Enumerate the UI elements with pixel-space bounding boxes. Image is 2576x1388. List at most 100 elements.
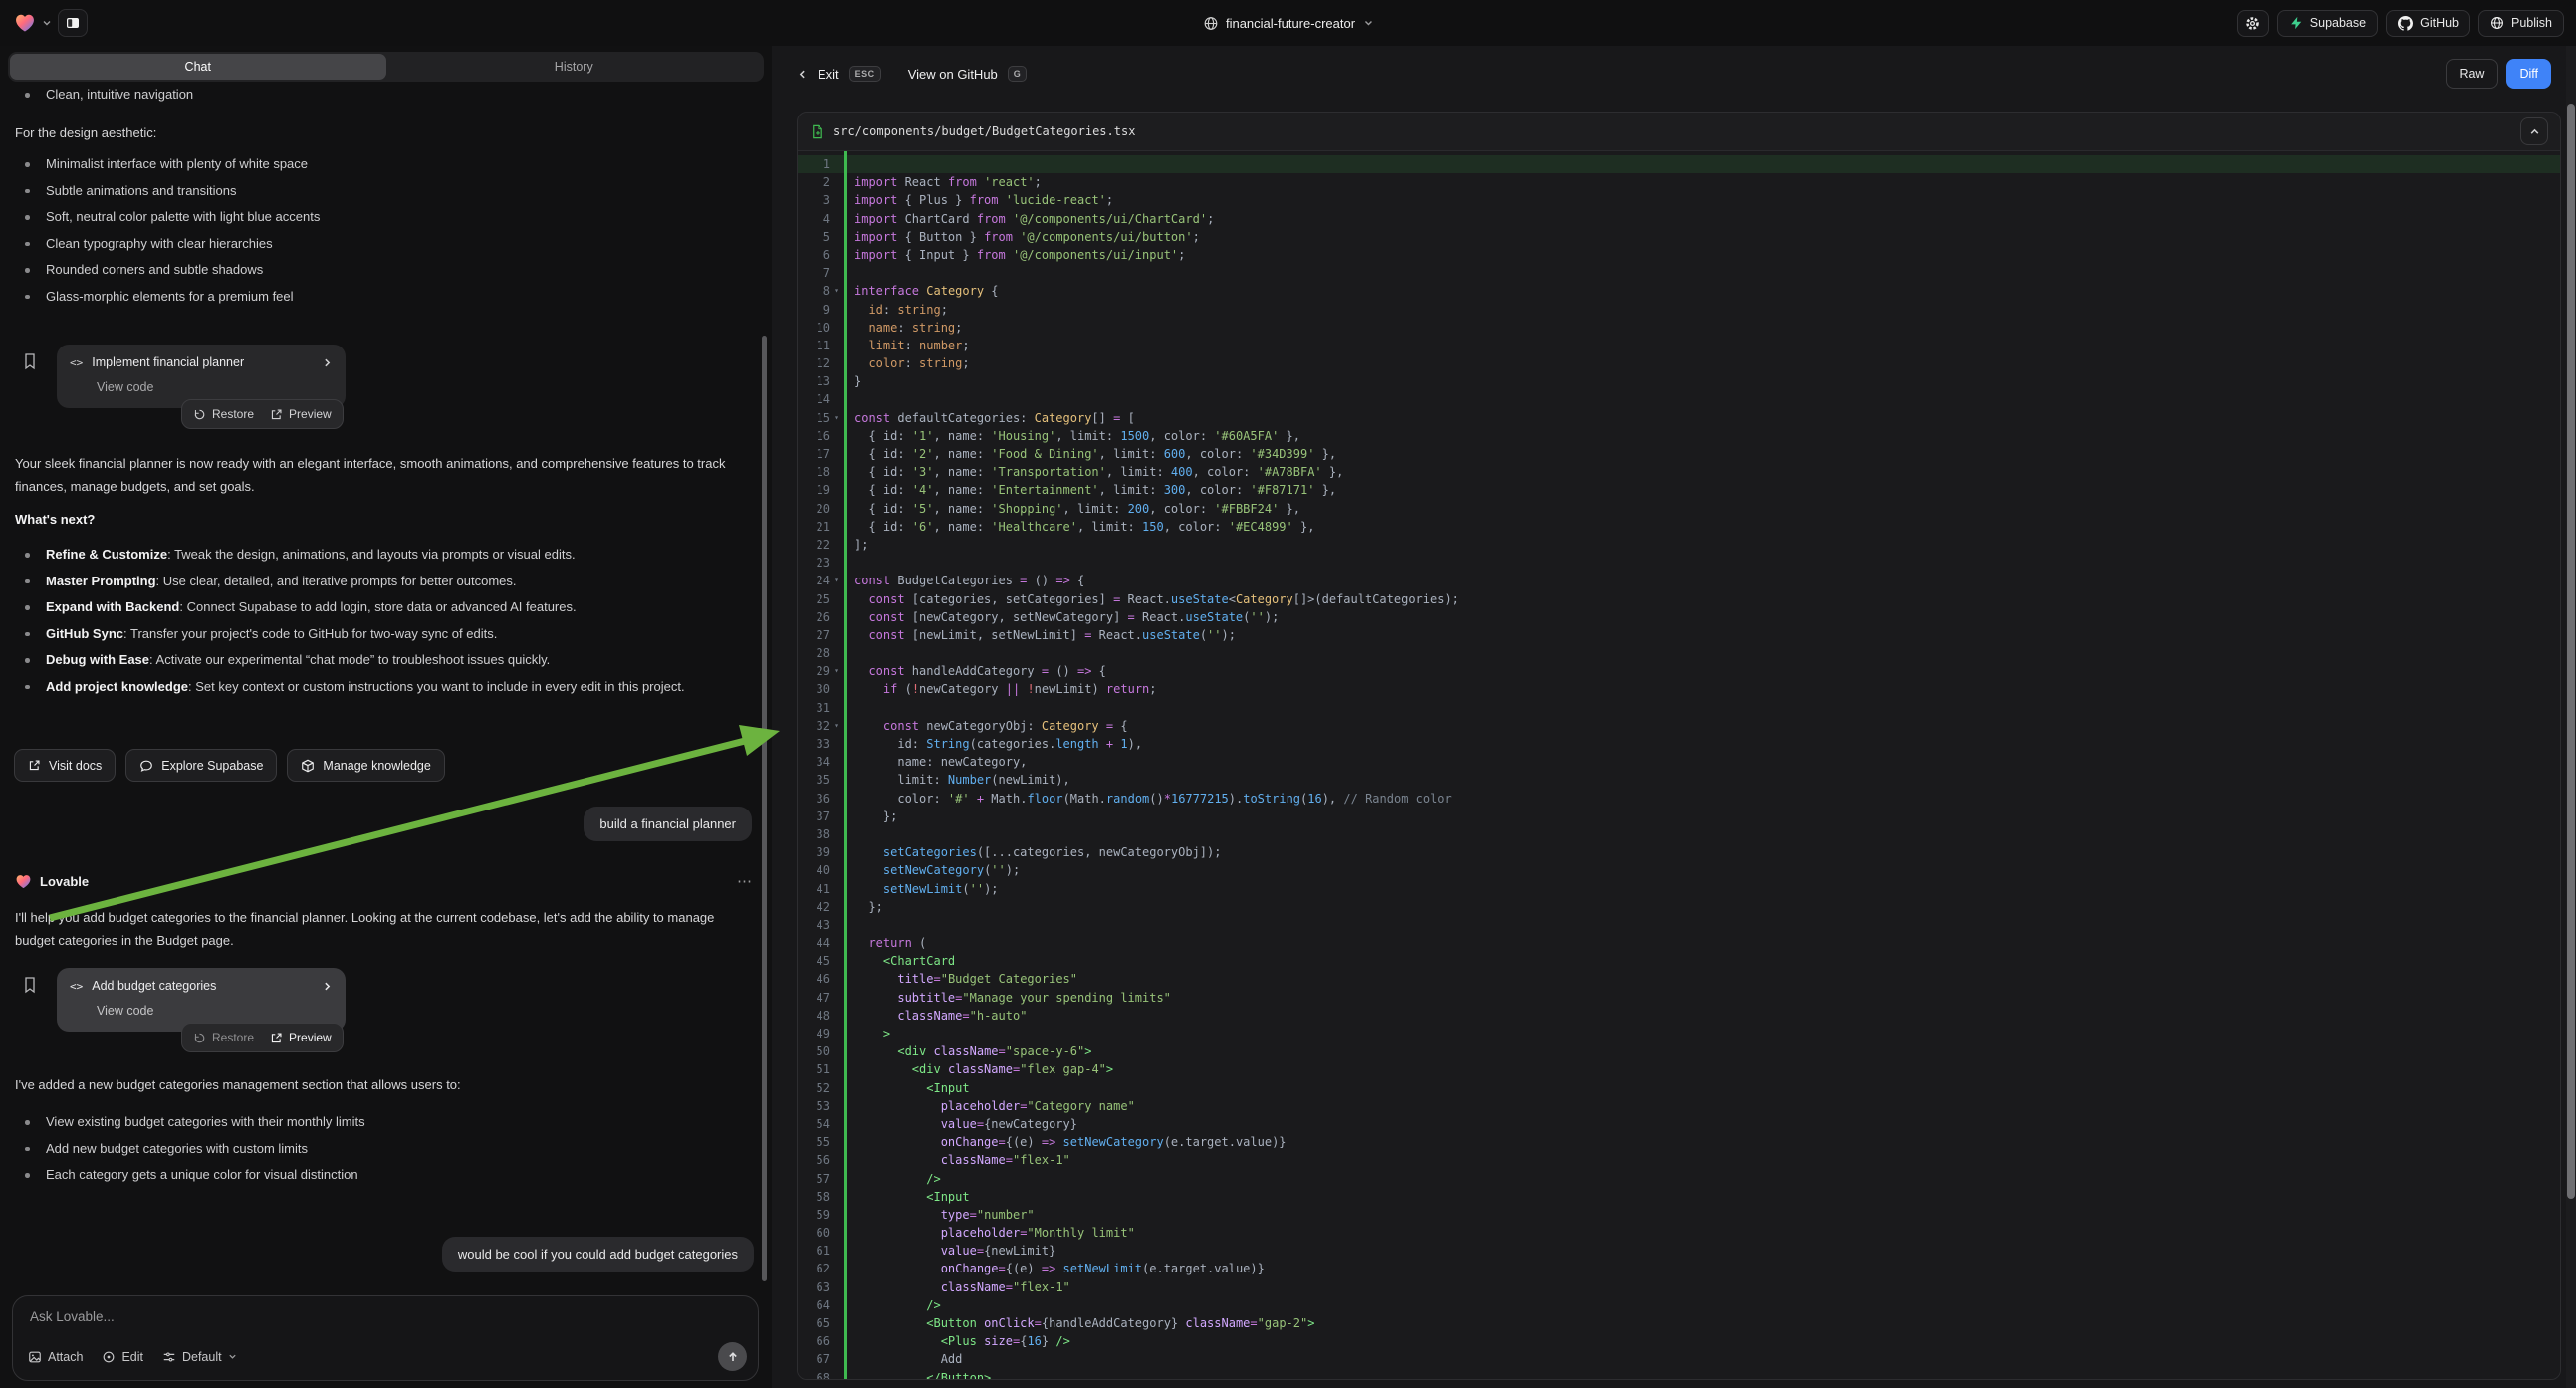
view-code-link[interactable]: View code	[97, 1004, 153, 1018]
code-line: 19 { id: '4', name: 'Entertainment', lim…	[798, 481, 2560, 499]
manage-knowledge-button[interactable]: Manage knowledge	[287, 749, 444, 782]
fold-spacer	[830, 155, 843, 173]
send-button[interactable]	[718, 1342, 747, 1371]
fold-chevron-icon[interactable]: ▾	[830, 572, 843, 589]
design-bullet-list: Minimalist interface with plenty of whit…	[15, 151, 746, 310]
fold-spacer	[830, 1188, 843, 1206]
line-number: 27	[798, 626, 830, 644]
chat-scrollbar-thumb[interactable]	[762, 336, 767, 1281]
diff-toggle-button[interactable]: Diff	[2506, 59, 2551, 89]
edit-mode-button[interactable]: Edit	[102, 1350, 143, 1364]
line-number: 36	[798, 790, 830, 808]
view-on-github-button[interactable]: View on GitHub G	[908, 66, 1028, 82]
code-line: 16 { id: '1', name: 'Housing', limit: 15…	[798, 427, 2560, 445]
g-key-badge: G	[1008, 66, 1028, 82]
fold-chevron-icon[interactable]: ▾	[830, 409, 843, 427]
code-text: return (	[843, 934, 926, 952]
code-line: 23	[798, 554, 2560, 572]
whats-next-heading: What's next?	[15, 512, 95, 527]
settings-button[interactable]	[2237, 10, 2269, 37]
line-number: 63	[798, 1278, 830, 1296]
code-line: 51 <div className="flex gap-4">	[798, 1060, 2560, 1078]
tab-chat[interactable]: Chat	[10, 54, 386, 80]
restore-button[interactable]: Restore	[193, 407, 254, 421]
code-text: <Input	[843, 1188, 970, 1206]
code-text: limit: number;	[843, 337, 970, 354]
code-text: Add	[843, 1350, 962, 1368]
line-number: 1	[798, 155, 830, 173]
line-number: 28	[798, 644, 830, 662]
line-number: 11	[798, 337, 830, 354]
code-line: 43	[798, 916, 2560, 934]
toggle-sidebar-button[interactable]	[58, 9, 88, 37]
chevron-up-icon	[2529, 126, 2540, 137]
code-line: 13}	[798, 372, 2560, 390]
line-number: 26	[798, 608, 830, 626]
visit-docs-button[interactable]: Visit docs	[14, 749, 116, 782]
code-line: 18 { id: '3', name: 'Transportation', li…	[798, 463, 2560, 481]
code-icon: <>	[70, 980, 83, 993]
view-code-link[interactable]: View code	[97, 380, 153, 394]
code-text: color: string;	[843, 354, 970, 372]
fold-spacer	[830, 1260, 843, 1277]
line-number: 22	[798, 536, 830, 554]
line-number: 23	[798, 554, 830, 572]
code-line: 10 name: string;	[798, 319, 2560, 337]
bookmark-icon[interactable]	[22, 352, 38, 370]
code-line: 11 limit: number;	[798, 337, 2560, 354]
chevron-right-icon	[322, 981, 333, 992]
workspace-chevron-icon[interactable]	[42, 18, 52, 28]
line-number: 10	[798, 319, 830, 337]
chevron-left-icon	[797, 69, 808, 80]
publish-button[interactable]: Publish	[2478, 10, 2564, 37]
supabase-button[interactable]: Supabase	[2277, 10, 2378, 37]
line-number: 44	[798, 934, 830, 952]
code-line: 39 setCategories([...categories, newCate…	[798, 843, 2560, 861]
explore-supabase-button[interactable]: Explore Supabase	[125, 749, 277, 782]
fold-chevron-icon[interactable]: ▾	[830, 282, 843, 300]
window-scrollbar-thumb[interactable]	[2567, 104, 2575, 1199]
code-line: 59 type="number"	[798, 1206, 2560, 1224]
code-text: import ChartCard from '@/components/ui/C…	[843, 210, 1214, 228]
code-line: 64 />	[798, 1296, 2560, 1314]
model-selector[interactable]: Default	[162, 1350, 237, 1364]
fold-spacer	[830, 1350, 843, 1368]
line-number: 2	[798, 173, 830, 191]
fold-spacer	[830, 934, 843, 952]
file-header[interactable]: src/components/budget/BudgetCategories.t…	[798, 113, 2560, 151]
attach-button[interactable]: Attach	[28, 1350, 83, 1364]
lovable-heart-icon	[15, 873, 32, 890]
code-text: <Button onClick={handleAddCategory} clas…	[843, 1314, 1314, 1332]
message-menu-button[interactable]: ⋯	[737, 872, 752, 890]
line-number: 17	[798, 445, 830, 463]
lovable-logo-icon[interactable]	[14, 12, 36, 34]
fold-spacer	[830, 1206, 843, 1224]
code-text: };	[843, 808, 897, 825]
fold-spacer	[830, 1133, 843, 1151]
bookmark-icon[interactable]	[22, 976, 38, 994]
fold-spacer	[830, 1170, 843, 1188]
added-bullet-list: View existing budget categories with the…	[15, 1109, 746, 1189]
project-selector[interactable]: financial-future-creator	[1203, 0, 1373, 46]
tab-history[interactable]: History	[386, 54, 763, 80]
preview-button[interactable]: Preview	[270, 1031, 332, 1044]
raw-toggle-button[interactable]: Raw	[2446, 59, 2498, 89]
code-line: 12 color: string;	[798, 354, 2560, 372]
code-text	[843, 390, 854, 408]
fold-spacer	[830, 518, 843, 536]
code-text: import { Plus } from 'lucide-react';	[843, 191, 1113, 209]
code-line: 15▾const defaultCategories: Category[] =…	[798, 409, 2560, 427]
restore-button[interactable]: Restore	[193, 1031, 254, 1044]
chat-input-box[interactable]: Ask Lovable... Attach Edit Default	[12, 1295, 759, 1381]
fold-chevron-icon[interactable]: ▾	[830, 717, 843, 735]
fold-spacer	[830, 1242, 843, 1260]
line-number: 21	[798, 518, 830, 536]
fold-chevron-icon[interactable]: ▾	[830, 662, 843, 680]
exit-button[interactable]: Exit ESC	[797, 66, 881, 82]
preview-button[interactable]: Preview	[270, 407, 332, 421]
code-text: interface Category {	[843, 282, 999, 300]
code-area: 12import React from 'react';3import { Pl…	[798, 151, 2560, 1379]
github-button[interactable]: GitHub	[2386, 10, 2470, 37]
fold-spacer	[830, 626, 843, 644]
collapse-file-button[interactable]	[2520, 117, 2548, 145]
